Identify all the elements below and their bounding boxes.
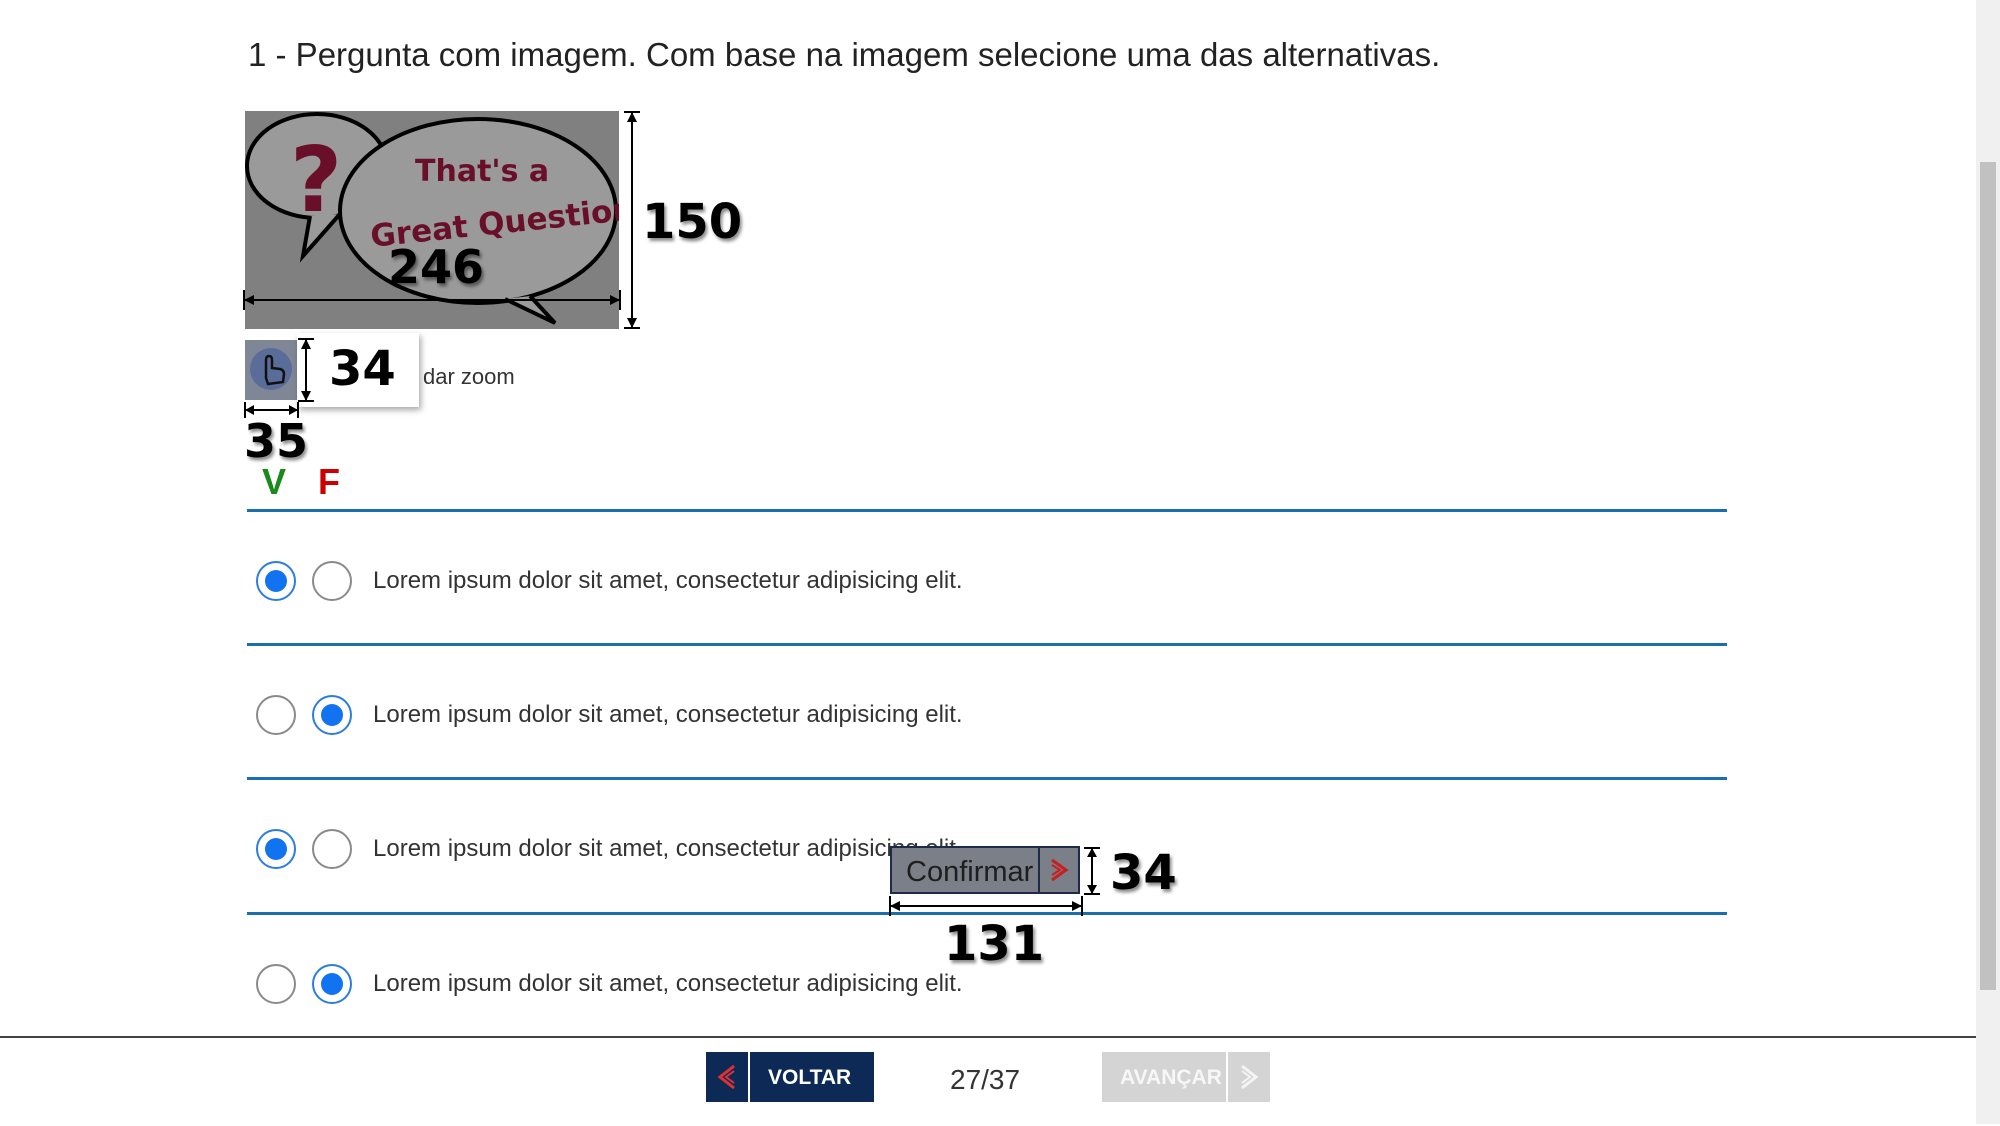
radio-false[interactable]: [312, 695, 352, 735]
radio-true[interactable]: [256, 695, 296, 735]
confirm-height-label: 34: [1110, 845, 1177, 901]
alternative-text: Lorem ipsum dolor sit amet, consectetur …: [373, 835, 963, 862]
radio-false[interactable]: [312, 561, 352, 601]
confirm-height-dimension-line: [1084, 847, 1100, 895]
confirm-width-dimension-line: [889, 896, 1083, 916]
quiz-content: 1 - Pergunta com imagem. Com base na ima…: [0, 0, 1976, 1036]
radio-false[interactable]: [312, 964, 352, 1004]
alternative-text: Lorem ipsum dolor sit amet, consectetur …: [373, 701, 963, 728]
zoom-button[interactable]: [245, 340, 297, 400]
radio-false[interactable]: [312, 829, 352, 869]
confirm-width-label: 131: [944, 916, 1045, 972]
alternative-text: Lorem ipsum dolor sit amet, consectetur …: [373, 970, 963, 997]
back-label: VOLTAR: [768, 1066, 852, 1089]
image-height-dimension-line: [624, 111, 640, 329]
confirm-button[interactable]: Confirmar: [890, 846, 1080, 894]
zoom-height-label: 34: [329, 341, 396, 397]
divider: [247, 777, 1727, 780]
zoom-height-dimension-line: [298, 338, 314, 402]
next-button[interactable]: AVANÇAR: [1102, 1052, 1270, 1102]
confirm-label: Confirmar: [906, 856, 1034, 888]
zoom-annotation-box: 34: [297, 333, 419, 407]
divider: [247, 643, 1727, 646]
image-height-label: 150: [642, 194, 743, 250]
page-counter: 27/37: [950, 1064, 1021, 1095]
question-title: 1 - Pergunta com imagem. Com base na ima…: [248, 36, 1441, 73]
double-chevron-right-icon: [1038, 848, 1078, 892]
double-chevron-right-icon: [1226, 1052, 1270, 1102]
image-width-label: 246: [388, 240, 485, 294]
back-button[interactable]: VOLTAR: [706, 1052, 874, 1102]
scrollbar-thumb[interactable]: [1980, 162, 1996, 990]
true-column-label: V: [262, 461, 287, 502]
radio-true[interactable]: [256, 561, 296, 601]
double-chevron-left-icon: [706, 1052, 750, 1102]
zoom-hint-text: dar zoom: [423, 364, 515, 389]
hand-pointer-icon: [250, 348, 292, 390]
image-question-mark: ?: [290, 128, 342, 233]
false-column-label: F: [318, 461, 340, 502]
zoom-width-label: 35: [244, 414, 309, 468]
radio-true[interactable]: [256, 964, 296, 1004]
alternative-text: Lorem ipsum dolor sit amet, consectetur …: [373, 567, 963, 594]
next-label: AVANÇAR: [1120, 1066, 1222, 1089]
footer-navigation: VOLTAR 27/37 AVANÇAR: [0, 1036, 1976, 1126]
radio-true[interactable]: [256, 829, 296, 869]
vertical-scrollbar[interactable]: [1976, 0, 2000, 1124]
divider: [247, 509, 1727, 512]
image-text-line1: That's a: [415, 154, 549, 189]
